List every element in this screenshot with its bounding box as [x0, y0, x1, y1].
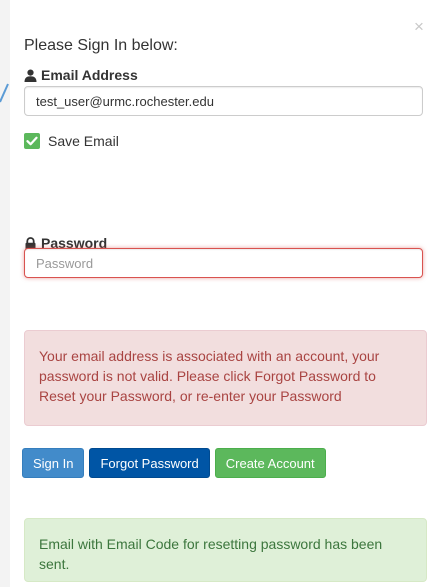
- sign-in-button[interactable]: Sign In: [22, 448, 85, 478]
- modal-title: Please Sign In below:: [24, 37, 178, 54]
- action-buttons: Sign In Forgot Password Create Account: [22, 448, 326, 478]
- save-email-checkbox[interactable]: [24, 133, 40, 149]
- checkmark-icon: [26, 136, 38, 146]
- sign-in-modal: × Please Sign In below: Email Address Sa…: [10, 12, 432, 587]
- email-field[interactable]: [24, 86, 423, 116]
- save-email-label: Save Email: [48, 133, 119, 149]
- forgot-password-button[interactable]: Forgot Password: [89, 448, 210, 478]
- create-account-button[interactable]: Create Account: [214, 448, 326, 478]
- error-alert: Your email address is associated with an…: [24, 330, 427, 426]
- success-alert: Email with Email Code for resetting pass…: [24, 518, 427, 582]
- email-label: Email Address: [24, 67, 138, 83]
- background-page-fragment: [0, 83, 9, 103]
- close-button[interactable]: ×: [410, 18, 428, 36]
- user-icon: [24, 69, 37, 82]
- password-field[interactable]: [24, 248, 423, 278]
- save-email-row: Save Email: [24, 133, 119, 149]
- email-label-text: Email Address: [41, 67, 138, 83]
